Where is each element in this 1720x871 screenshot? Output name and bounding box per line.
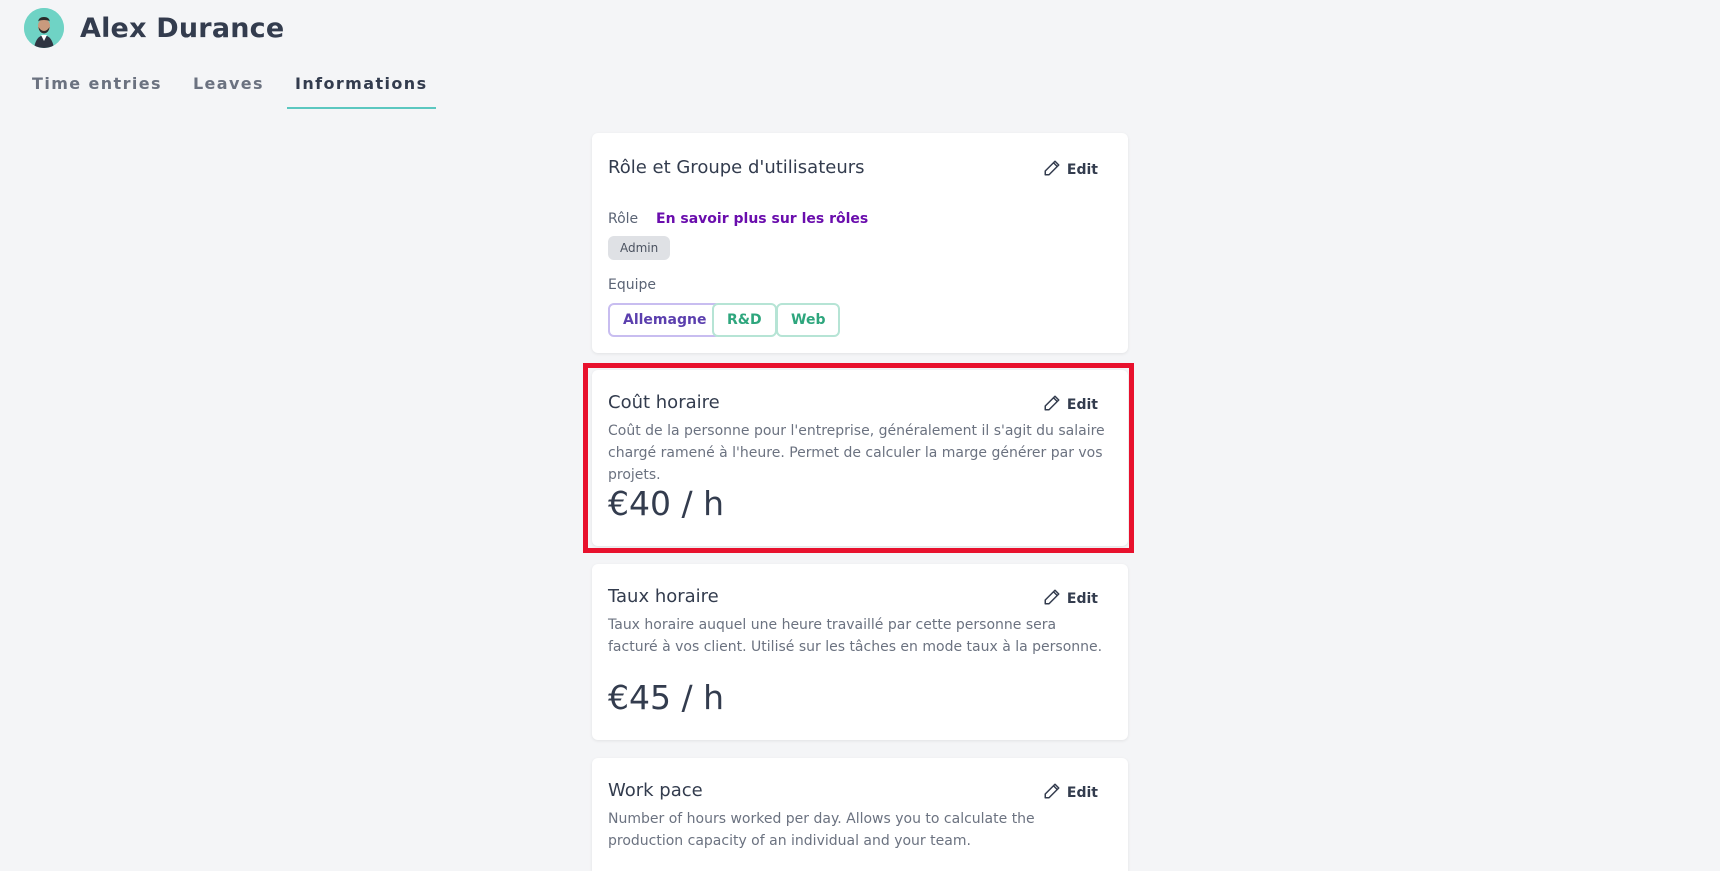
- pencil-icon: [1043, 588, 1067, 610]
- edit-button[interactable]: Edit: [1043, 394, 1098, 416]
- team-chip[interactable]: R&D: [712, 303, 777, 337]
- edit-label: Edit: [1066, 162, 1098, 178]
- team-label: Equipe: [608, 277, 656, 293]
- edit-label: Edit: [1066, 397, 1098, 413]
- card-description: Number of hours worked per day. Allows y…: [608, 811, 1035, 849]
- card-title: Coût horaire: [608, 392, 720, 413]
- role-group-card: Rôle et Groupe d'utilisateurs Edit Rôle …: [592, 133, 1128, 353]
- card-title: Work pace: [608, 780, 703, 801]
- edit-button[interactable]: Edit: [1043, 588, 1098, 610]
- card-title: Taux horaire: [608, 586, 719, 607]
- pencil-icon: [1043, 159, 1067, 181]
- hourly-rate-value: €45 / h: [608, 678, 724, 717]
- edit-label: Edit: [1066, 785, 1098, 801]
- profile-tabs: Time entries Leaves Informations: [24, 64, 451, 109]
- user-name: Alex Durance: [80, 12, 285, 44]
- roles-info-link[interactable]: En savoir plus sur les rôles: [656, 211, 868, 227]
- edit-label: Edit: [1066, 591, 1098, 607]
- edit-button[interactable]: Edit: [1043, 782, 1098, 804]
- edit-button[interactable]: Edit: [1043, 159, 1098, 181]
- card-description: Coût de la personne pour l'entreprise, g…: [608, 423, 1105, 483]
- team-chip[interactable]: Web: [776, 303, 841, 337]
- team-chip[interactable]: Allemagne: [608, 303, 722, 337]
- avatar: [24, 8, 64, 48]
- tab-leaves[interactable]: Leaves: [185, 64, 272, 109]
- pencil-icon: [1043, 782, 1067, 804]
- card-description: Taux horaire auquel une heure travaillé …: [608, 617, 1103, 655]
- hourly-cost-card: Coût horaire Edit Coût de la personne po…: [592, 370, 1128, 546]
- profile-header: Alex Durance: [24, 8, 284, 48]
- hourly-cost-value: €40 / h: [608, 484, 724, 523]
- tab-informations[interactable]: Informations: [287, 64, 436, 109]
- card-title: Rôle et Groupe d'utilisateurs: [608, 157, 865, 178]
- pencil-icon: [1043, 394, 1067, 416]
- role-label: Rôle: [608, 211, 639, 227]
- hourly-rate-card: Taux horaire Edit Taux horaire auquel un…: [592, 564, 1128, 740]
- role-badge: Admin: [608, 236, 671, 260]
- tab-time-entries[interactable]: Time entries: [24, 64, 170, 109]
- work-pace-card: Work pace Edit Number of hours worked pe…: [592, 758, 1128, 871]
